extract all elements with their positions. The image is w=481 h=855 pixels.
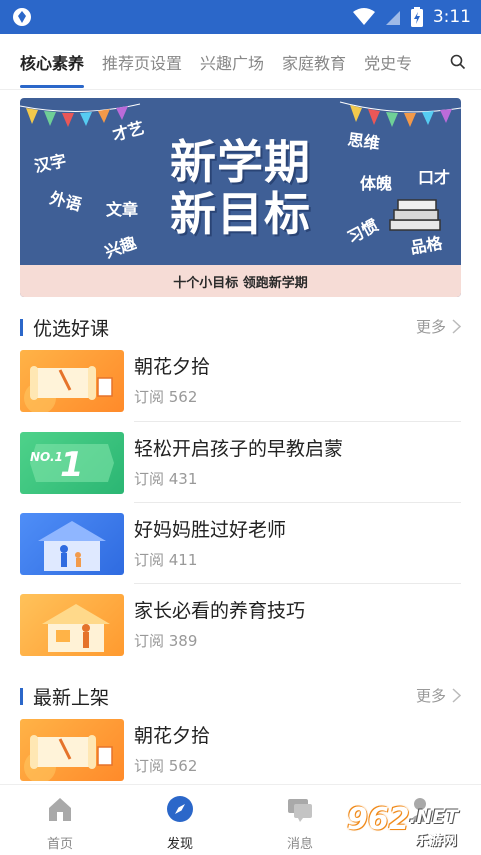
tab-interest-square[interactable]: 兴趣广场 xyxy=(191,50,273,74)
course-item[interactable]: 家长必看的养育技巧 订阅 389 xyxy=(20,594,461,656)
course-badge: NO.1 xyxy=(30,450,63,464)
parent-house-icon xyxy=(42,604,110,652)
chevron-right-icon xyxy=(452,319,461,334)
tab-core-literacy[interactable]: 核心素养 xyxy=(0,50,93,88)
watermark-site: 乐游网 xyxy=(415,833,457,849)
banner-word: 习惯 xyxy=(344,215,382,248)
course-thumbnail xyxy=(20,350,124,412)
site-watermark: 962 .NET 乐游网 xyxy=(343,800,475,850)
more-label: 更多 xyxy=(415,687,446,705)
section-header-featured: 优选好课 更多 xyxy=(20,313,461,341)
section-accent-bar xyxy=(20,688,23,705)
course-title: 好妈妈胜过好老师 xyxy=(134,519,287,541)
search-button[interactable] xyxy=(435,34,481,89)
section-title: 最新上架 xyxy=(33,687,110,709)
signal-icon xyxy=(385,11,400,25)
course-item[interactable]: 朝花夕拾 订阅 562 xyxy=(20,350,461,412)
tab-family-education[interactable]: 家庭教育 xyxy=(273,50,355,74)
more-link[interactable]: 更多 xyxy=(416,685,461,706)
course-item[interactable]: 好妈妈胜过好老师 订阅 411 xyxy=(20,513,461,575)
course-item[interactable]: 1 NO.1 轻松开启孩子的早教启蒙 订阅 431 xyxy=(20,432,461,494)
more-label: 更多 xyxy=(415,318,446,336)
banner-title-line2: 新目标 xyxy=(170,187,311,241)
nav-label: 首页 xyxy=(46,837,73,852)
banner-word: 外语 xyxy=(47,188,84,215)
category-tabs: 核心素养 推荐页设置 兴趣广场 家庭教育 党史专 xyxy=(0,34,421,89)
banner-word: 汉字 xyxy=(32,150,68,177)
course-subscribers: 订阅 562 xyxy=(134,757,198,775)
course-item[interactable]: 朝花夕拾 订阅 562 xyxy=(20,719,461,781)
banner-title-line1: 新学期 xyxy=(170,135,311,189)
nav-messages[interactable]: 消息 xyxy=(260,795,340,852)
banner-word: 文章 xyxy=(106,200,139,219)
banner-word: 兴趣 xyxy=(102,233,139,262)
course-thumbnail xyxy=(20,719,124,781)
nav-label: 消息 xyxy=(286,837,313,852)
course-thumbnail xyxy=(20,594,124,656)
wifi-icon xyxy=(352,8,375,25)
family-house-icon xyxy=(38,521,106,571)
banner-subtitle: 十个小目标 领跑新学期 xyxy=(173,276,308,291)
scroll-book-icon xyxy=(24,366,113,412)
course-title: 朝花夕拾 xyxy=(134,356,211,378)
course-subscribers: 订阅 431 xyxy=(134,470,198,488)
search-icon xyxy=(450,54,466,70)
divider xyxy=(134,583,461,584)
home-icon xyxy=(49,798,71,821)
section-title: 优选好课 xyxy=(33,318,110,340)
battery-icon xyxy=(410,7,423,27)
banner-title: 新学期 新目标 xyxy=(170,136,311,240)
banner-word: 品格 xyxy=(408,233,444,258)
divider xyxy=(134,421,461,422)
tab-recommend-settings[interactable]: 推荐页设置 xyxy=(93,50,191,74)
compass-icon xyxy=(167,796,193,822)
more-link[interactable]: 更多 xyxy=(416,316,461,337)
svg-text:1: 1 xyxy=(60,445,84,485)
watermark-number: 962 xyxy=(347,802,410,837)
watermark-suffix: .NET xyxy=(409,806,459,828)
scroll-book-icon xyxy=(24,735,113,781)
message-icon xyxy=(288,799,312,822)
promo-banner[interactable]: 新学期 新目标 才艺 汉字 外语 文章 兴趣 思维 体魄 口才 习惯 品格 十个… xyxy=(20,98,461,297)
section-header-latest: 最新上架 更多 xyxy=(20,682,461,710)
status-bar: 3:11 xyxy=(0,0,481,34)
banner-pennants-icon xyxy=(20,101,461,127)
divider xyxy=(134,502,461,503)
course-title: 家长必看的养育技巧 xyxy=(134,600,306,622)
course-subscribers: 订阅 389 xyxy=(134,632,198,650)
top-tab-bar: 核心素养 推荐页设置 兴趣广场 家庭教育 党史专 xyxy=(0,34,481,90)
course-thumbnail: 1 NO.1 xyxy=(20,432,124,494)
status-time: 3:11 xyxy=(432,7,471,27)
chevron-right-icon xyxy=(452,688,461,703)
course-title: 轻松开启孩子的早教启蒙 xyxy=(134,438,344,460)
nav-discover[interactable]: 发现 xyxy=(140,795,220,852)
course-title: 朝花夕拾 xyxy=(134,725,211,747)
nav-label: 发现 xyxy=(166,837,193,852)
course-thumbnail xyxy=(20,513,124,575)
banner-word: 体魄 xyxy=(360,174,393,193)
nav-home[interactable]: 首页 xyxy=(20,795,100,852)
banner-word: 口才 xyxy=(418,168,451,187)
course-subscribers: 订阅 411 xyxy=(134,551,198,569)
banner-word: 思维 xyxy=(346,129,381,154)
section-accent-bar xyxy=(20,319,23,336)
app-notification-icon xyxy=(13,8,31,26)
course-subscribers: 订阅 562 xyxy=(134,388,198,406)
